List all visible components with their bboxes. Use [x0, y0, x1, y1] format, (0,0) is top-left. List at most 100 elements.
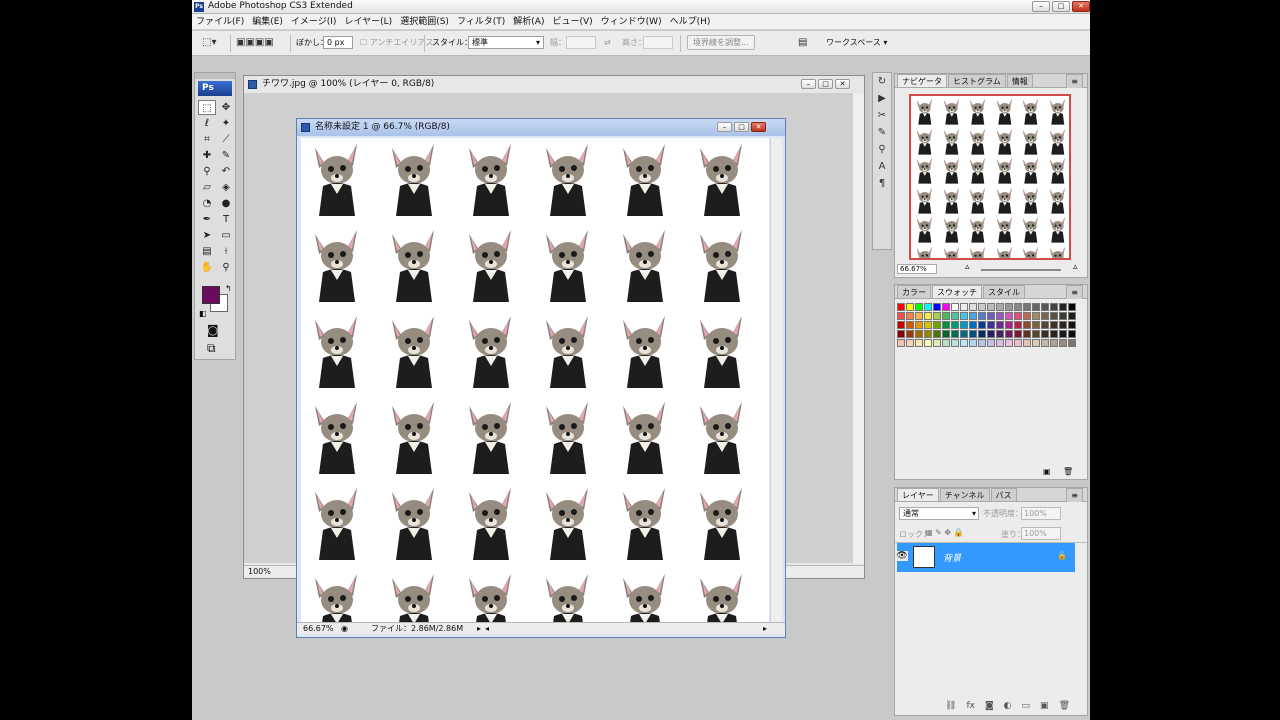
eyedropper-tool-icon[interactable]: ⟊: [217, 244, 235, 259]
fill-input[interactable]: 100%: [1021, 527, 1061, 540]
color-swatch[interactable]: [1005, 303, 1013, 311]
color-swatch[interactable]: [897, 312, 905, 320]
color-swatch[interactable]: [1059, 321, 1067, 329]
tool-presets-icon[interactable]: ✂: [873, 107, 891, 124]
color-swatch[interactable]: [1005, 321, 1013, 329]
color-swatch[interactable]: [978, 339, 986, 347]
color-swatch[interactable]: [915, 303, 923, 311]
color-swatch[interactable]: [978, 321, 986, 329]
new-swatch-icon[interactable]: ▣: [1043, 467, 1051, 476]
color-swatch[interactable]: [924, 321, 932, 329]
vertical-scrollbar[interactable]: [770, 138, 782, 622]
eraser-tool-icon[interactable]: ▱: [198, 180, 216, 195]
antialias-checkbox[interactable]: ☐ アンチエイリアス: [360, 37, 433, 49]
color-swatch[interactable]: [969, 303, 977, 311]
history-brush-tool-icon[interactable]: ↶: [217, 164, 235, 179]
default-colors-icon[interactable]: ◧: [199, 309, 207, 318]
tab-histogram[interactable]: ヒストグラム: [948, 74, 1006, 87]
color-swatch[interactable]: [1041, 339, 1049, 347]
color-swatch[interactable]: [951, 330, 959, 338]
minimize-button[interactable]: –: [1032, 1, 1050, 12]
color-swatch[interactable]: [1050, 330, 1058, 338]
panel-menu-icon[interactable]: ≡: [1066, 74, 1083, 88]
color-swatch[interactable]: [996, 312, 1004, 320]
doc-close-button[interactable]: ✕: [751, 122, 766, 132]
image-canvas[interactable]: [301, 138, 769, 622]
color-swatch[interactable]: [996, 321, 1004, 329]
tab-color[interactable]: カラー: [897, 285, 931, 298]
zoom-readout[interactable]: 66.67%: [297, 624, 334, 633]
color-swatch[interactable]: [1023, 330, 1031, 338]
document-title-bar[interactable]: チワワ.jpg @ 100% (レイヤー 0, RGB/8) – □ ✕: [244, 76, 864, 93]
color-swatch[interactable]: [1041, 321, 1049, 329]
color-swatch[interactable]: [1050, 321, 1058, 329]
doc-minimize-button[interactable]: –: [801, 79, 816, 89]
magic-wand-tool-icon[interactable]: ✦: [217, 116, 235, 131]
delete-swatch-icon[interactable]: 🗑: [1063, 467, 1073, 476]
color-swatch[interactable]: [1014, 303, 1022, 311]
color-swatch[interactable]: [915, 321, 923, 329]
navigator-thumbnail[interactable]: [909, 94, 1071, 260]
layer-name[interactable]: 背景: [943, 551, 961, 564]
color-swatch[interactable]: [978, 312, 986, 320]
width-input[interactable]: [566, 36, 596, 49]
selection-mode-icons[interactable]: ▣▣▣▣: [236, 37, 274, 49]
lasso-tool-icon[interactable]: ℓ: [198, 116, 216, 131]
color-swatch[interactable]: [1014, 321, 1022, 329]
layer-mask-icon[interactable]: ◙: [985, 701, 994, 711]
menu-view[interactable]: ビュー(V): [548, 14, 596, 29]
scroll-right-icon[interactable]: ▸: [763, 623, 767, 634]
color-swatch[interactable]: [960, 321, 968, 329]
color-swatch[interactable]: [1014, 312, 1022, 320]
move-tool-icon[interactable]: ✥: [217, 100, 235, 115]
color-swatch[interactable]: [1023, 321, 1031, 329]
color-swatch[interactable]: [1032, 321, 1040, 329]
actions-icon[interactable]: ▶: [873, 90, 891, 107]
menu-filter[interactable]: フィルタ(T): [453, 14, 509, 29]
color-swatch[interactable]: [1023, 339, 1031, 347]
color-swatch[interactable]: [1041, 330, 1049, 338]
close-button[interactable]: ✕: [1072, 1, 1090, 12]
menu-help[interactable]: ヘルプ(H): [666, 14, 715, 29]
color-swatch[interactable]: [906, 303, 914, 311]
color-swatch[interactable]: [897, 330, 905, 338]
new-group-icon[interactable]: ▭: [1022, 701, 1031, 711]
color-swatch[interactable]: [987, 330, 995, 338]
slice-tool-icon[interactable]: ⟋: [217, 132, 235, 147]
zoom-out-icon[interactable]: ▵: [965, 262, 970, 272]
lock-icons[interactable]: ▦ ✎ ✥ 🔒: [925, 528, 964, 537]
menu-layer[interactable]: レイヤー(L): [340, 14, 396, 29]
color-swatch[interactable]: [987, 321, 995, 329]
screen-mode-icon[interactable]: ⧉: [207, 341, 216, 356]
color-swatch[interactable]: [1068, 303, 1076, 311]
adjustment-layer-icon[interactable]: ◐: [1004, 701, 1012, 711]
color-swatch[interactable]: [915, 339, 923, 347]
color-swatch[interactable]: [1050, 303, 1058, 311]
color-swatch[interactable]: [906, 312, 914, 320]
blend-mode-select[interactable]: 通常 ▾: [899, 507, 979, 520]
paragraph-icon[interactable]: ¶: [873, 175, 891, 192]
color-swatch[interactable]: [1059, 330, 1067, 338]
menu-image[interactable]: イメージ(I): [287, 14, 341, 29]
color-swatch[interactable]: [933, 339, 941, 347]
menu-analysis[interactable]: 解析(A): [509, 14, 548, 29]
color-swatch[interactable]: [1005, 339, 1013, 347]
zoom-readout[interactable]: 100%: [244, 567, 271, 576]
quick-mask-icon[interactable]: ◙: [207, 323, 219, 337]
color-swatch[interactable]: [996, 339, 1004, 347]
clone-stamp-tool-icon[interactable]: ⚲: [198, 164, 216, 179]
navigator-zoom-field[interactable]: 66.67%: [897, 264, 937, 274]
color-swatch[interactable]: [1041, 303, 1049, 311]
palette-well-icon[interactable]: ▤: [798, 37, 807, 49]
color-swatch[interactable]: [1023, 312, 1031, 320]
color-swatch[interactable]: [942, 339, 950, 347]
document-title-bar-active[interactable]: 名称未設定 1 @ 66.7% (RGB/8) – □ ✕: [297, 119, 785, 136]
color-swatch[interactable]: [1014, 339, 1022, 347]
color-swatch[interactable]: [933, 321, 941, 329]
delete-layer-icon[interactable]: 🗑: [1059, 701, 1070, 711]
menu-file[interactable]: ファイル(F): [192, 14, 248, 29]
color-swatch[interactable]: [1068, 330, 1076, 338]
panel-menu-icon[interactable]: ≡: [1066, 285, 1083, 299]
color-swatch[interactable]: [897, 321, 905, 329]
status-menu-icon[interactable]: ◉: [341, 623, 348, 634]
